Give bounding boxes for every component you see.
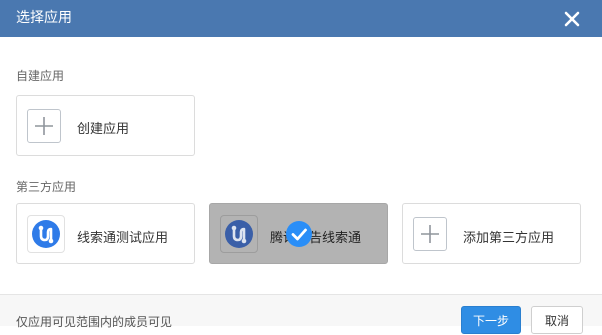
add-third-party-card[interactable]: 添加第三方应用	[402, 203, 581, 264]
section-label-self-built: 自建应用	[16, 69, 65, 83]
dialog-footer: 仅应用可见范围内的成员可见 下一步 取消	[0, 294, 602, 334]
create-app-label: 创建应用	[77, 122, 130, 137]
close-icon[interactable]	[562, 9, 582, 29]
dialog-title: 选择应用	[16, 10, 72, 26]
checkmark-icon	[286, 221, 312, 247]
route-icon	[220, 215, 258, 253]
visibility-note: 仅应用可见范围内的成员可见	[16, 315, 173, 329]
app-card-tencent-ads[interactable]: 腾讯广告线索通	[209, 203, 388, 264]
route-icon	[27, 215, 65, 253]
app-card-label: 腾讯广告线索通	[270, 231, 362, 246]
app-card-test[interactable]: 线索通测试应用	[16, 203, 195, 264]
dialog-titlebar: 选择应用	[0, 0, 602, 37]
add-third-party-label: 添加第三方应用	[463, 231, 555, 246]
cancel-button[interactable]: 取消	[531, 306, 583, 334]
create-app-card[interactable]: 创建应用	[16, 95, 195, 156]
plus-icon	[27, 109, 61, 143]
next-button[interactable]: 下一步	[461, 306, 521, 334]
plus-icon	[413, 217, 447, 251]
section-label-third-party: 第三方应用	[16, 180, 77, 194]
app-card-label: 线索通测试应用	[77, 231, 169, 246]
